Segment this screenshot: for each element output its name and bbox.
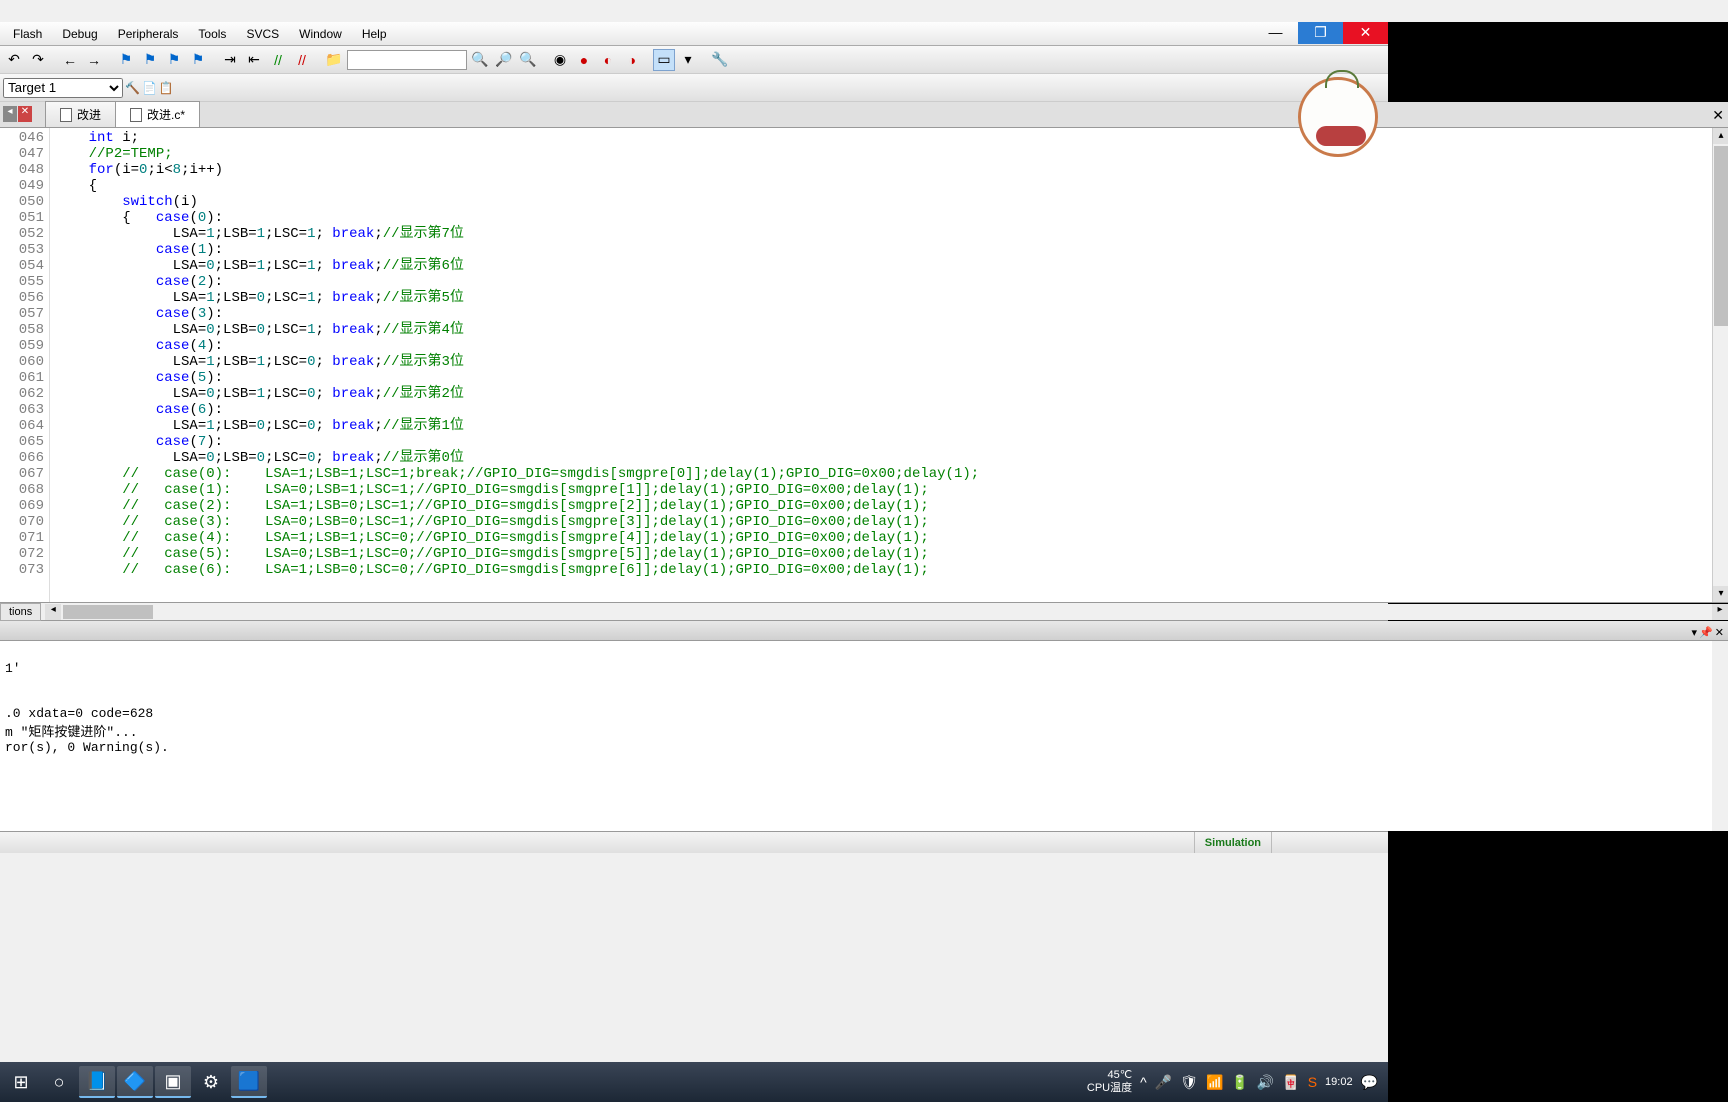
cpu-temp[interactable]: 45℃ CPU温度 [1087, 1069, 1132, 1095]
undo-icon[interactable]: ↶ [3, 49, 25, 71]
status-mode: Simulation [1195, 832, 1272, 853]
output-line: ror(s), 0 Warning(s). [5, 740, 169, 755]
output-line: .0 xdata=0 code=628 [5, 706, 153, 721]
menu-peripherals[interactable]: Peripherals [108, 24, 189, 44]
output-titlebar: ▾ 📌 ✕ [0, 621, 1728, 641]
taskbar-item[interactable]: 📘 [79, 1066, 115, 1098]
panel-toggle[interactable]: ◂✕ [3, 106, 32, 122]
bookmark-prev-icon[interactable]: ⚑ [139, 49, 161, 71]
forward-icon[interactable]: → [83, 49, 105, 71]
cortana-icon[interactable]: ○ [41, 1066, 77, 1098]
dropdown-icon[interactable]: ▾ [677, 49, 699, 71]
mascot-widget[interactable] [1298, 77, 1378, 157]
window-controls: — ❐ ✕ [1253, 22, 1388, 44]
menu-debug[interactable]: Debug [52, 24, 107, 44]
taskbar-item[interactable]: 🔷 [117, 1066, 153, 1098]
tray-ime-icon[interactable]: 🀄 [1282, 1074, 1299, 1091]
line-gutter: 0460470480490500510520530540550560570580… [0, 128, 50, 602]
target-select[interactable]: Target 1 [3, 78, 123, 98]
close-button[interactable]: ✕ [1343, 22, 1388, 44]
file-icon [60, 108, 72, 122]
maximize-button[interactable]: ❐ [1298, 22, 1343, 44]
menu-flash[interactable]: Flash [3, 24, 52, 44]
config-icon[interactable]: 🔧 [709, 49, 731, 71]
breakpoint2-icon[interactable]: ◐ [597, 49, 619, 71]
outdent-icon[interactable]: ⇤ [243, 49, 265, 71]
build-output[interactable]: 1' .0 xdata=0 code=628 m "矩阵按键进阶"... ror… [0, 641, 1728, 831]
tab-1[interactable]: 改进 [45, 101, 116, 127]
menu-svcs[interactable]: SVCS [236, 24, 289, 44]
breakpoint-icon[interactable]: ● [573, 49, 595, 71]
hscroll-area: tions ◂ ▸ [0, 603, 1728, 621]
tab-2[interactable]: 改进.c* [115, 101, 200, 127]
vertical-scrollbar[interactable]: ▴ ▾ [1712, 128, 1728, 602]
settings-icon[interactable]: ⚙ [193, 1066, 229, 1098]
hscroll-thumb[interactable] [63, 605, 153, 619]
bottom-tab[interactable]: tions [0, 603, 41, 621]
scroll-left-icon[interactable]: ◂ [45, 604, 61, 620]
code-area[interactable]: int i; //P2=TEMP; for(i=0;i<8;i++) { swi… [50, 128, 1728, 602]
menu-help[interactable]: Help [352, 24, 397, 44]
tray-battery-icon[interactable]: 🔋 [1231, 1074, 1248, 1091]
window-icon[interactable]: ▭ [653, 49, 675, 71]
scroll-up-icon[interactable]: ▴ [1713, 128, 1728, 144]
tab-label: 改进 [77, 106, 101, 123]
comment-icon[interactable]: // [267, 49, 289, 71]
tray-app-icon[interactable]: S [1308, 1074, 1317, 1090]
bookmark-next-icon[interactable]: ⚑ [163, 49, 185, 71]
incremental-search-icon[interactable]: 🔍 [517, 49, 539, 71]
taskbar-item[interactable]: ▣ [155, 1066, 191, 1098]
file-icon [130, 108, 142, 122]
options-icon[interactable]: 🔨 [125, 81, 140, 95]
tray-volume-icon[interactable]: 🔊 [1257, 1074, 1274, 1091]
notifications-icon[interactable]: 💬 [1361, 1074, 1378, 1091]
minimize-button[interactable]: — [1253, 22, 1298, 44]
scroll-down-icon[interactable]: ▾ [1713, 586, 1728, 602]
tab-label: 改进.c* [147, 106, 185, 123]
tray-wifi-icon[interactable]: 📶 [1206, 1074, 1223, 1091]
scroll-thumb[interactable] [1714, 146, 1728, 326]
uncomment-icon[interactable]: // [291, 49, 313, 71]
output-pin-icon[interactable]: 📌 [1699, 623, 1713, 643]
editor-tabs: ◂✕ 改进 改进.c* ✕ [0, 102, 1728, 128]
menu-tools[interactable]: Tools [188, 24, 236, 44]
rebuild-icon[interactable]: 📋 [159, 81, 174, 95]
horizontal-scrollbar[interactable]: ◂ ▸ [45, 604, 1728, 620]
output-close-icon[interactable]: ✕ [1715, 623, 1724, 643]
bookmark-clear-icon[interactable]: ⚑ [187, 49, 209, 71]
search-icon[interactable]: 🔍 [469, 49, 491, 71]
tray-up-icon[interactable]: ^ [1140, 1074, 1147, 1090]
close-tab-icon[interactable]: ✕ [1712, 107, 1724, 124]
scroll-right-icon[interactable]: ▸ [1712, 604, 1728, 620]
taskbar-item[interactable]: 🟦 [231, 1066, 267, 1098]
output-scrollbar[interactable] [1712, 641, 1728, 831]
build-icon[interactable]: 📄 [142, 81, 157, 95]
debug-icon[interactable]: ◉ [549, 49, 571, 71]
system-tray: 45℃ CPU温度 ^ 🎤 🛡 📶 🔋 🔊 🀄 S 19:02 💬 [1087, 1062, 1388, 1102]
tray-mic-icon[interactable]: 🎤 [1155, 1074, 1172, 1091]
code-editor[interactable]: 0460470480490500510520530540550560570580… [0, 128, 1728, 603]
find-icon[interactable]: 📁 [323, 49, 345, 71]
search-files-icon[interactable]: 🔎 [493, 49, 515, 71]
clock[interactable]: 19:02 [1325, 1076, 1353, 1088]
breakpoint3-icon[interactable]: ◑ [621, 49, 643, 71]
tray-security-icon[interactable]: 🛡 [1180, 1074, 1198, 1091]
back-icon[interactable]: ← [59, 49, 81, 71]
find-input[interactable] [347, 50, 467, 70]
start-button[interactable]: ⊞ [3, 1066, 39, 1098]
redo-icon[interactable]: ↷ [27, 49, 49, 71]
output-line: m "矩阵按键进阶"... [5, 725, 138, 740]
bookmark-icon[interactable]: ⚑ [115, 49, 137, 71]
menu-window[interactable]: Window [289, 24, 352, 44]
output-line: 1' [5, 661, 21, 676]
indent-icon[interactable]: ⇥ [219, 49, 241, 71]
output-dropdown-icon[interactable]: ▾ [1692, 623, 1698, 643]
